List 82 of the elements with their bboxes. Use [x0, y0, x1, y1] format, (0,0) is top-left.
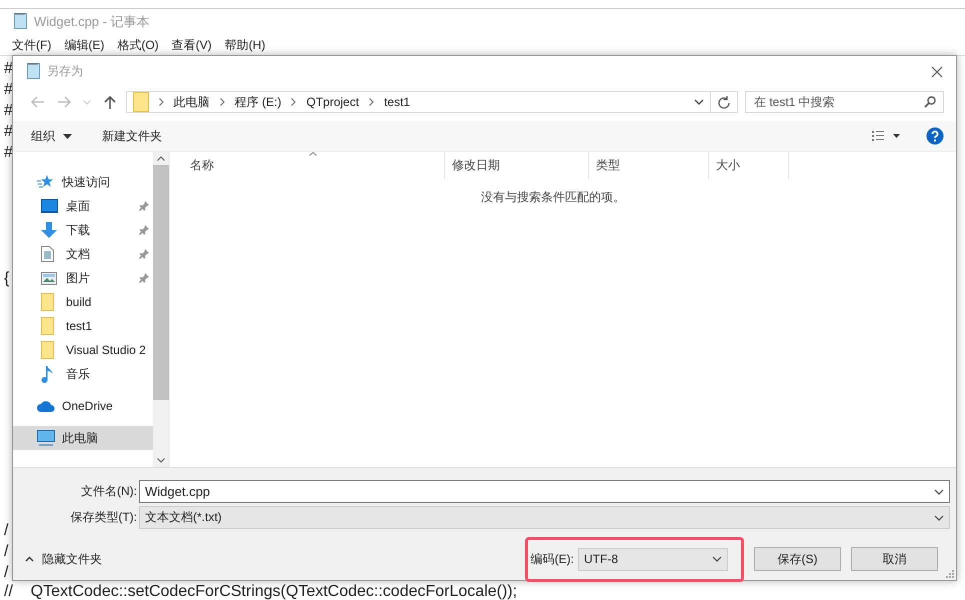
star-icon: [37, 175, 53, 189]
document-icon: [41, 246, 54, 262]
organize-button[interactable]: 组织: [23, 124, 80, 148]
help-icon[interactable]: [926, 127, 944, 145]
dialog-title: 另存为: [47, 63, 83, 80]
dropdown-icon: [712, 556, 722, 562]
menu-item[interactable]: 查看(V): [172, 36, 212, 54]
chevron-icon: [291, 98, 296, 106]
notepad-icon: [27, 62, 41, 78]
column-header[interactable]: 修改日期: [445, 152, 589, 179]
code-line: /: [4, 542, 8, 562]
chevron-icon: [369, 98, 374, 106]
menu-item[interactable]: 文件(F): [12, 36, 52, 54]
music-icon: [41, 366, 53, 382]
breadcrumb-item[interactable]: QTproject: [306, 95, 360, 109]
computer-icon: [37, 430, 55, 446]
folder-icon: [132, 92, 149, 112]
nav-item[interactable]: 音乐: [13, 362, 153, 386]
dropdown-icon[interactable]: [694, 99, 704, 105]
code-line: #: [4, 59, 13, 79]
column-header[interactable]: 名称: [170, 152, 445, 179]
menu-item[interactable]: 编辑(E): [64, 36, 104, 54]
nav-item[interactable]: Visual Studio 2: [13, 338, 153, 362]
chevron-icon: [220, 98, 225, 106]
code-line: #: [4, 143, 13, 163]
nav-item[interactable]: 文档: [13, 242, 153, 266]
hide-folders-button[interactable]: 隐藏文件夹: [13, 550, 102, 568]
code-line: /: [4, 521, 8, 541]
code-line: {: [4, 269, 10, 289]
resize-grip-icon[interactable]: [946, 570, 954, 578]
code-line: /: [4, 563, 8, 583]
dropdown-icon[interactable]: [934, 489, 944, 495]
picture-icon: [41, 272, 57, 284]
folder-icon: [41, 317, 54, 335]
nav-item[interactable]: 图片: [13, 266, 153, 290]
breadcrumb-item[interactable]: test1: [384, 95, 410, 109]
caret-icon: [63, 134, 72, 138]
column-header[interactable]: 大小: [709, 152, 789, 179]
nav-item[interactable]: test1: [13, 314, 153, 338]
encoding-label: 编码(E):: [530, 550, 574, 568]
caret-icon: [25, 556, 34, 562]
filename-field[interactable]: Widget.cpp: [139, 480, 950, 503]
column-header[interactable]: 类型: [589, 152, 709, 179]
code-line: // QTextCodec::setCodecForCStrings(QTextCodec::codecForLocale());: [4, 583, 518, 600]
nav-item[interactable]: 下载: [13, 218, 153, 242]
folder-icon: [41, 341, 54, 359]
folder-icon: [41, 293, 54, 311]
search-field[interactable]: 在 test1 中搜索: [744, 91, 944, 113]
breadcrumb-item[interactable]: 程序 (E:): [234, 94, 282, 110]
scrollbar[interactable]: [153, 152, 169, 467]
menu-item[interactable]: 格式(O): [117, 36, 159, 54]
field-label: 保存类型(T):: [69, 509, 138, 526]
desktop-icon: [41, 199, 58, 213]
download-icon: [41, 222, 57, 238]
cancel-button[interactable]: 取消: [851, 547, 938, 571]
nav-item[interactable]: build: [13, 290, 153, 314]
window-title: Widget.cpp - 记事本: [34, 13, 150, 31]
nav-item[interactable]: 此电脑: [13, 426, 153, 450]
new-folder-button[interactable]: 新建文件夹: [94, 124, 170, 148]
close-icon: [931, 66, 943, 78]
save-button[interactable]: 保存(S): [754, 547, 841, 571]
code-line: #: [4, 80, 13, 100]
nav-item[interactable]: 桌面: [13, 194, 153, 218]
scroll-down-icon[interactable]: [157, 458, 165, 463]
search-icon: [924, 96, 936, 108]
field-label: 文件名(N):: [80, 483, 138, 500]
address-bar[interactable]: 此电脑 程序 (E:) QTproject test1: [126, 91, 738, 113]
menu-item[interactable]: 帮助(H): [224, 36, 266, 54]
nav-item[interactable]: 快速访问: [13, 170, 153, 194]
refresh-icon: [718, 95, 730, 109]
code-line: #: [4, 122, 13, 142]
scroll-up-icon[interactable]: [157, 156, 165, 161]
encoding-dropdown[interactable]: UTF-8: [578, 548, 728, 570]
dropdown-icon: [934, 514, 944, 520]
chevron-icon: [158, 98, 164, 106]
code-line: #: [4, 101, 13, 121]
breadcrumb-item[interactable]: 此电脑: [174, 94, 210, 110]
file-type-dropdown[interactable]: 文本文档(*.txt): [139, 506, 950, 529]
nav-item[interactable]: OneDrive: [13, 394, 153, 418]
cloud-icon: [37, 400, 55, 412]
empty-message: 没有与搜索条件匹配的项。: [480, 189, 626, 206]
notepad-icon: [14, 12, 28, 29]
